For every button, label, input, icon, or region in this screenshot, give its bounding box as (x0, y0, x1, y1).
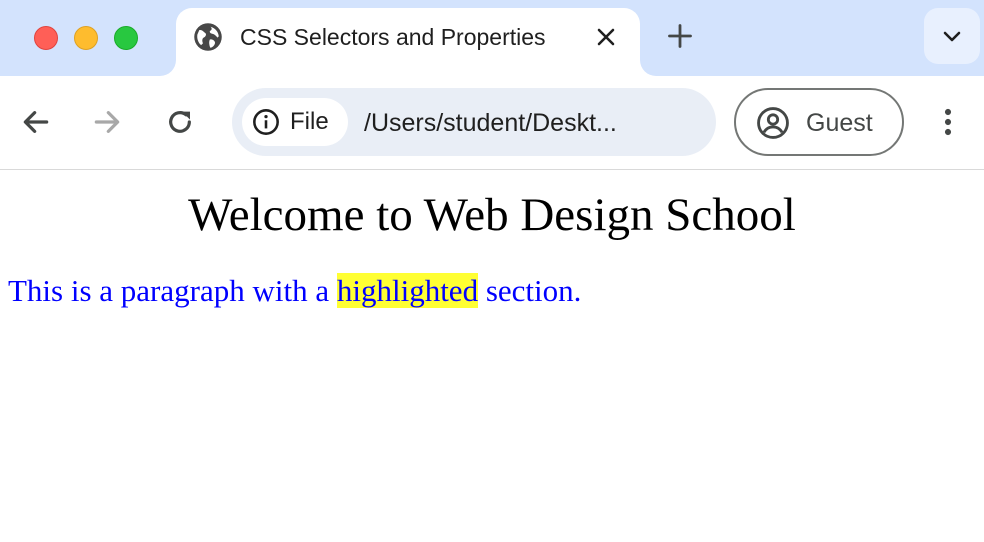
tab-title: CSS Selectors and Properties (240, 24, 546, 50)
paragraph-text-after: section. (478, 273, 582, 308)
address-bar[interactable]: File /Users/student/Deskt... (232, 88, 716, 156)
maximize-window-button[interactable] (114, 26, 138, 50)
arrow-left-icon[interactable] (20, 106, 52, 138)
tab-strip: CSS Selectors and Properties (0, 0, 984, 76)
reload-icon[interactable] (164, 106, 196, 138)
info-icon (253, 109, 279, 135)
plus-icon[interactable] (666, 22, 694, 50)
arrow-right-icon[interactable] (91, 106, 123, 138)
site-info-label: File (290, 108, 329, 135)
close-icon[interactable] (594, 25, 618, 49)
url-text[interactable]: /Users/student/Deskt... (364, 107, 617, 139)
minimize-window-button[interactable] (74, 26, 98, 50)
account-circle-icon (757, 107, 789, 139)
profile-label: Guest (806, 109, 873, 137)
highlighted-text: highlighted (336, 273, 479, 308)
close-window-button[interactable] (34, 26, 58, 50)
chevron-down-icon (943, 31, 961, 42)
globe-icon (194, 23, 222, 51)
active-tab[interactable]: CSS Selectors and Properties (176, 8, 640, 76)
page-content: Welcome to Web Design School This is a p… (0, 170, 984, 542)
page-paragraph: This is a paragraph with a highlighted s… (8, 272, 581, 310)
tab-search-button[interactable] (924, 8, 980, 64)
profile-button[interactable]: Guest (734, 88, 904, 156)
page-heading: Welcome to Web Design School (188, 189, 796, 241)
paragraph-text-before: This is a paragraph with a (8, 273, 337, 308)
more-vertical-icon[interactable] (932, 106, 964, 138)
browser-toolbar: File /Users/student/Deskt... Guest (0, 76, 984, 170)
